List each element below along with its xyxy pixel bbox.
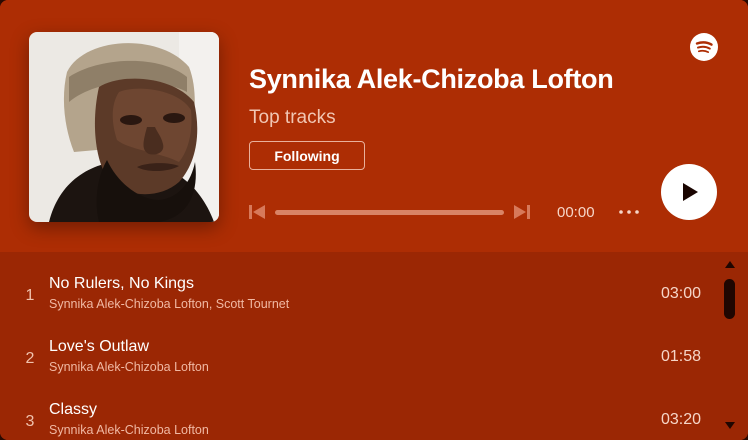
- track-title[interactable]: Love's Outlaw: [49, 338, 149, 356]
- playlist-subtitle: Top tracks: [249, 107, 336, 128]
- track-artists[interactable]: Synnika Alek-Chizoba Lofton: [49, 423, 209, 437]
- track-duration: 03:00: [660, 285, 701, 302]
- scroll-up-arrow-icon[interactable]: [725, 261, 735, 268]
- skip-previous-icon[interactable]: [248, 203, 266, 221]
- track-title[interactable]: No Rulers, No Kings: [49, 275, 194, 293]
- track-title[interactable]: Classy: [49, 401, 97, 419]
- track-row[interactable]: 2 Love's Outlaw Synnika Alek-Chizoba Lof…: [0, 315, 720, 378]
- following-button[interactable]: Following: [249, 141, 365, 170]
- track-number: 1: [25, 287, 35, 304]
- artist-name[interactable]: Synnika Alek-Chizoba Lofton: [249, 64, 614, 95]
- artist-cover-image: [29, 32, 219, 222]
- track-artists[interactable]: Synnika Alek-Chizoba Lofton: [49, 360, 209, 374]
- track-row[interactable]: 3 Classy Synnika Alek-Chizoba Lofton 03:…: [0, 378, 720, 440]
- scroll-down-arrow-icon[interactable]: [725, 422, 735, 429]
- header: Synnika Alek-Chizoba Lofton Top tracks F…: [0, 0, 748, 252]
- play-button[interactable]: [661, 164, 717, 220]
- spotify-embed-widget: Synnika Alek-Chizoba Lofton Top tracks F…: [0, 0, 748, 440]
- track-artists[interactable]: Synnika Alek-Chizoba Lofton, Scott Tourn…: [49, 297, 289, 311]
- scrollbar-thumb[interactable]: [724, 279, 735, 319]
- playback-time: 00:00: [557, 204, 595, 221]
- track-list: 1 No Rulers, No Kings Synnika Alek-Chizo…: [0, 252, 748, 440]
- track-duration: 01:58: [660, 348, 701, 365]
- track-number: 2: [25, 350, 35, 367]
- track-row[interactable]: 1 No Rulers, No Kings Synnika Alek-Chizo…: [0, 252, 720, 315]
- progress-bar[interactable]: [275, 210, 504, 215]
- track-duration: 03:20: [660, 411, 701, 428]
- play-icon: [683, 183, 698, 201]
- scrollbar[interactable]: [722, 252, 738, 440]
- skip-next-icon[interactable]: [513, 203, 531, 221]
- spotify-icon[interactable]: [690, 33, 718, 61]
- track-number: 3: [25, 413, 35, 430]
- more-options-icon[interactable]: [618, 205, 640, 219]
